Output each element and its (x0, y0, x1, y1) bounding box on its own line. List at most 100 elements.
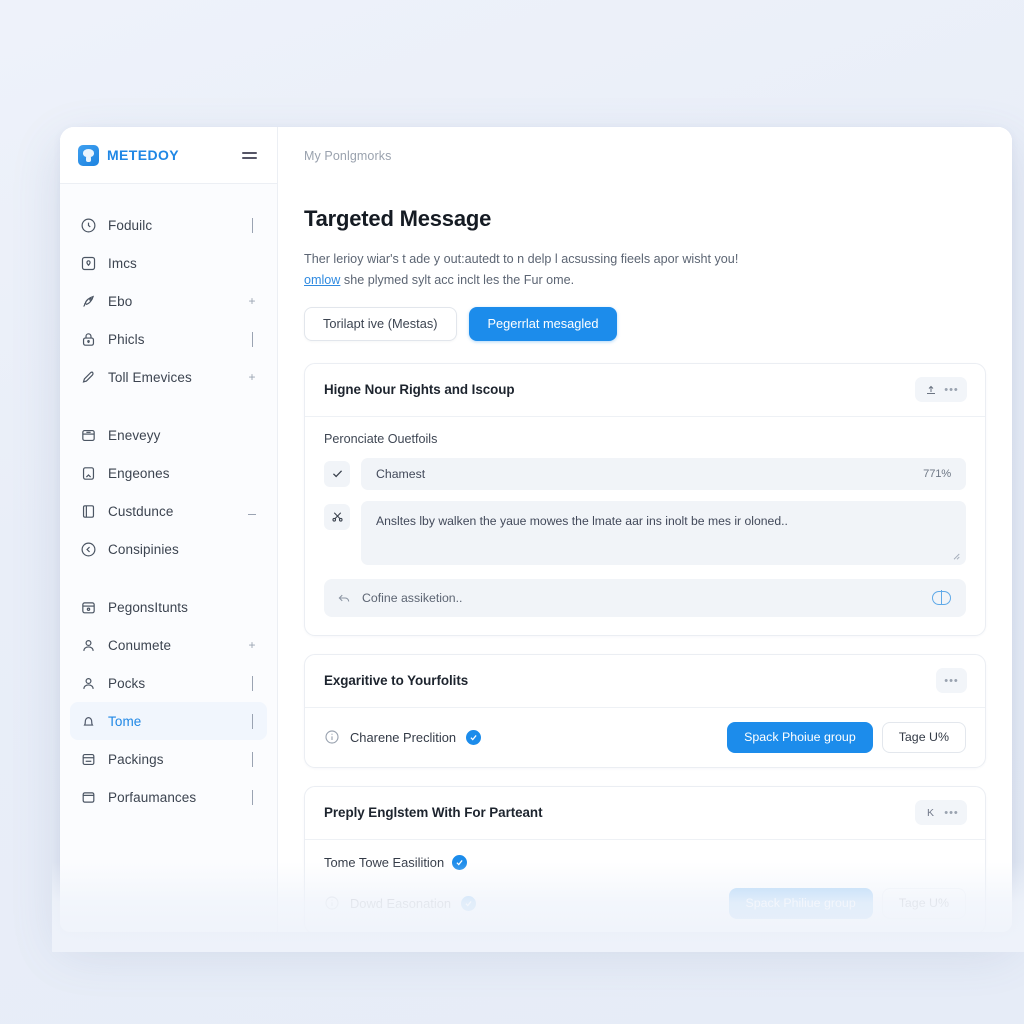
sidebar-item-toll-emevices[interactable]: Toll Emevices + (70, 358, 267, 396)
info-icon[interactable] (324, 729, 340, 745)
dash-icon[interactable] (246, 505, 258, 517)
card-header: Preply Englstem With For Parteant K ••• (305, 787, 985, 840)
plus-icon[interactable]: + (246, 371, 258, 383)
sidebar-item-label: Ebo (108, 293, 133, 309)
chevron-down-icon[interactable] (246, 752, 258, 767)
tage-button[interactable]: Tage U% (881, 887, 966, 919)
speak-phone-group-button[interactable]: Spack Philiue group (728, 887, 873, 919)
list-item: Dowd Easonation Spack Philiue group Tage… (305, 874, 985, 932)
sidebar-item-label: Packings (108, 751, 164, 767)
resize-handle-icon[interactable] (951, 551, 960, 560)
verified-check-icon (466, 729, 482, 745)
card-body: Peronciate Ouetfoils Chamest 771% Anslte… (305, 417, 985, 635)
card-header: Exgaritive to Yourfolits ••• (305, 655, 985, 708)
list-item-label: Charene Preclition (350, 729, 457, 745)
content-scroll-area: Targeted Message Ther lerioy wiar's t ad… (278, 184, 1012, 932)
rocket-icon (80, 293, 97, 310)
breadcrumb[interactable]: My Ponlgmorks (304, 149, 391, 163)
sidebar-item-label: Porfaumances (108, 789, 197, 805)
card-title: Exgaritive to Yourfolits (324, 673, 469, 689)
pin-square-icon (80, 255, 97, 272)
send-message-button[interactable]: Pegerrlat mesagled (468, 306, 618, 341)
sidebar-item-label: Consipinies (108, 541, 179, 557)
scissors-icon[interactable] (324, 503, 350, 530)
sidebar-item-engeones[interactable]: Engeones (70, 454, 267, 492)
page-description: Ther lerioy wiar's t ade y out:autedt to… (304, 249, 774, 291)
reply-icon (337, 591, 351, 605)
sidebar-item-conumete[interactable]: Conumete + (70, 626, 267, 664)
note-row: Ansltes lby walken the yaue mowes the lm… (324, 500, 966, 565)
lock-icon (80, 331, 97, 348)
list-card-icon (80, 751, 97, 768)
sidebar-item-label: Tome (108, 713, 142, 729)
more-icon[interactable]: ••• (943, 382, 960, 397)
verified-check-icon (452, 854, 468, 870)
sidebar-item-eneveyy[interactable]: Eneveyy (70, 416, 267, 454)
toggle-icon[interactable] (932, 590, 951, 606)
sidebar-item-label: Engeones (108, 465, 170, 481)
plus-icon[interactable]: + (246, 295, 258, 307)
user-icon (80, 675, 97, 692)
nav-group-3: PegonsItunts Conumete + Pocks Tome Packi… (60, 588, 277, 822)
sidebar-item-phicls[interactable]: Phicls (70, 320, 267, 358)
note-textarea[interactable]: Ansltes lby walken the yaue mowes the lm… (361, 500, 966, 565)
card-title: Preply Englstem With For Parteant (324, 805, 543, 821)
page-actions: Torilapt ivе (Mestas) Pegerrlat mesagled (304, 306, 986, 341)
sidebar-item-pocks[interactable]: Pocks (70, 664, 267, 702)
nav-group-1: Foduilc Imcs Ebo + Phicls Toll Emevices … (60, 206, 277, 402)
bookmark-icon (80, 465, 97, 482)
sidebar-item-porfaumances[interactable]: Porfaumances (70, 778, 267, 816)
row-actions: Spack Phoiue group Tage U% (727, 721, 966, 753)
chevron-down-icon[interactable] (246, 790, 258, 805)
check-icon[interactable] (324, 460, 350, 487)
card-toolbar: ••• (936, 668, 967, 694)
topbar: My Ponlgmorks (278, 127, 1012, 184)
sidebar-item-label: Custdunce (108, 503, 174, 519)
sidebar-item-label: Imcs (108, 255, 137, 271)
list-item-label: Dowd Easonation (350, 895, 452, 911)
sidebar-item-ebo[interactable]: Ebo + (70, 282, 267, 320)
option-pill[interactable]: Chamest 771% (361, 457, 966, 490)
sidebar-item-foduilc[interactable]: Foduilc (70, 206, 267, 244)
sidebar-item-label: Toll Emevices (108, 369, 192, 385)
sidebar-item-custdunce[interactable]: Custdunce (70, 492, 267, 530)
chevron-down-icon[interactable] (246, 218, 258, 233)
page-description-link[interactable]: omlow (304, 273, 340, 287)
plus-icon[interactable]: + (246, 639, 258, 651)
inbox-icon (80, 427, 97, 444)
main-content: My Ponlgmorks Targeted Message Ther leri… (278, 127, 1012, 932)
sidebar-item-pegonsitunts[interactable]: PegonsItunts (70, 588, 267, 626)
kbd-k-icon[interactable]: K (922, 805, 939, 820)
brand[interactable]: METEDOY (78, 144, 179, 166)
page-title: Targeted Message (304, 206, 492, 231)
sidebar-item-imcs[interactable]: Imcs (70, 244, 267, 282)
tage-button[interactable]: Tage U% (881, 721, 966, 753)
card-preply-englstem: Preply Englstem With For Parteant K ••• … (304, 785, 986, 932)
list-item: Tome Towe Easilition (305, 840, 985, 874)
bell-icon (80, 713, 97, 730)
hamburger-icon[interactable] (242, 148, 260, 162)
window-icon (80, 789, 97, 806)
sidebar-item-tome[interactable]: Tome (70, 702, 267, 740)
card-exgaritive-yourfolits: Exgaritive to Yourfolits ••• Charene Pre… (304, 653, 986, 768)
chevron-down-icon[interactable] (246, 332, 258, 347)
info-icon[interactable] (324, 895, 340, 911)
sidebar-item-packings[interactable]: Packings (70, 740, 267, 778)
more-icon[interactable]: ••• (943, 805, 960, 820)
card-title: Higne Nour Rights and Iscoup (324, 382, 515, 398)
speak-phone-group-button[interactable]: Spack Phoiue group (727, 721, 873, 753)
app-window: METEDOY Foduilc Imcs Ebo + Phicls Toll E… (60, 127, 1012, 932)
user-icon (80, 637, 97, 654)
sidebar-item-consipinies[interactable]: Consipinies (70, 530, 267, 568)
nav-group-2: Eneveyy Engeones Custdunce Consipinies (60, 416, 277, 574)
calendar-icon (80, 599, 97, 616)
template-button[interactable]: Torilapt ivе (Mestas) (304, 306, 457, 341)
more-icon[interactable]: ••• (943, 673, 960, 688)
back-circle-icon (80, 541, 97, 558)
frame-icon (80, 503, 97, 520)
sidebar-item-label: Pocks (108, 675, 146, 691)
composer-input[interactable]: Cofine assiketion.. (324, 578, 966, 617)
upload-icon[interactable] (922, 382, 939, 397)
chevron-down-icon[interactable] (246, 714, 258, 729)
chevron-down-icon[interactable] (246, 676, 258, 691)
